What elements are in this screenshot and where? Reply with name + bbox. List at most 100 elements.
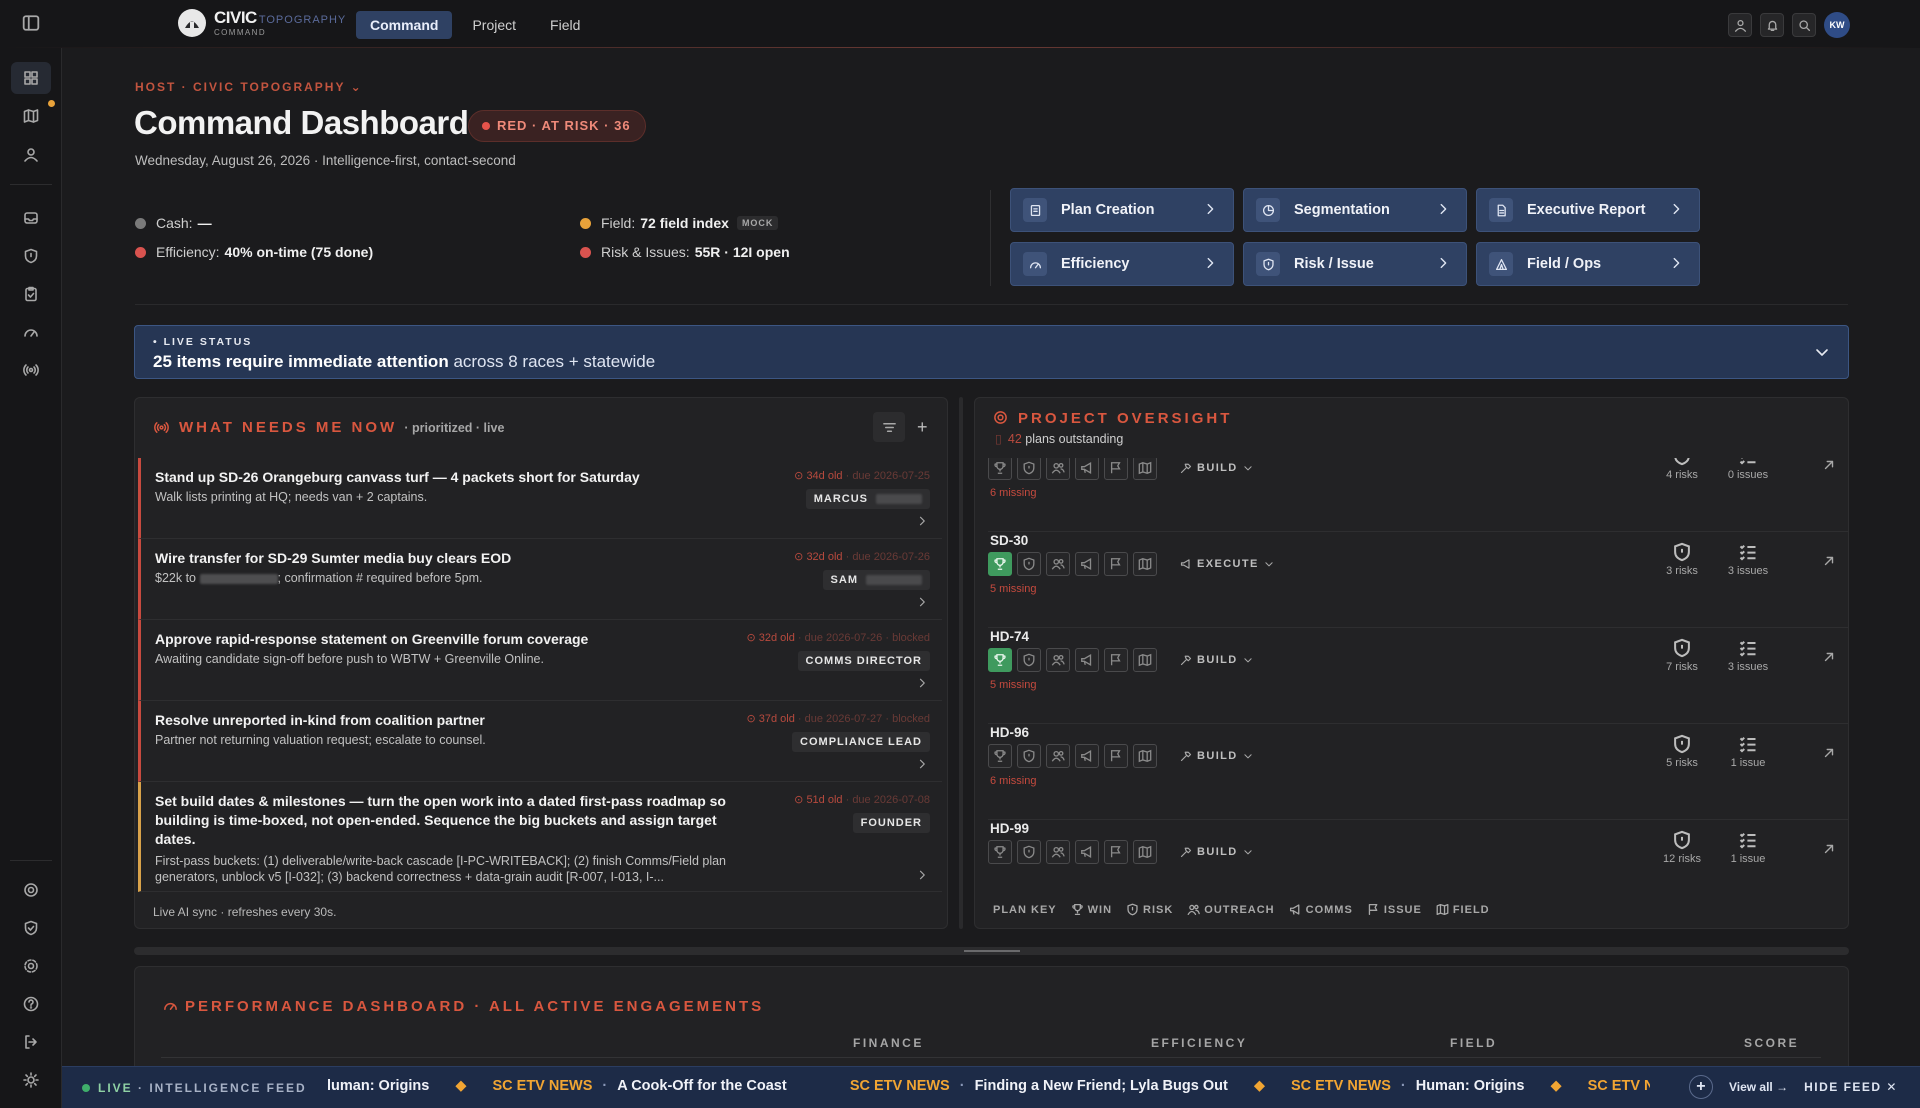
- plan-stage-dropdown[interactable]: BUILD: [1180, 846, 1253, 858]
- megaphone-icon[interactable]: [1075, 458, 1099, 480]
- filter-button[interactable]: [873, 412, 905, 442]
- nav-tab-command[interactable]: Command: [356, 11, 453, 39]
- chevron-right-icon[interactable]: [916, 868, 928, 886]
- sidebar-security-icon[interactable]: [19, 916, 43, 940]
- flag-icon[interactable]: [1104, 840, 1128, 864]
- need-item[interactable]: Set build dates & milestones — turn the …: [138, 782, 942, 892]
- oversight-row[interactable]: SD-30 EXECUTE 5 missing 3 risks 3 issues: [988, 532, 1848, 628]
- column-efficiency[interactable]: EFFICIENCY: [1151, 1036, 1247, 1050]
- sidebar-help-ring-icon[interactable]: [19, 878, 43, 902]
- account-icon[interactable]: [1728, 13, 1752, 37]
- feed-headline[interactable]: Human: Origins: [1416, 1078, 1525, 1094]
- sidebar-dashboard-icon[interactable]: [11, 62, 51, 94]
- trophy-icon[interactable]: [988, 458, 1012, 480]
- horizontal-scrollbar[interactable]: [134, 947, 1849, 955]
- map-icon[interactable]: [1133, 744, 1157, 768]
- people-icon[interactable]: [1046, 840, 1070, 864]
- bell-icon[interactable]: [1760, 13, 1784, 37]
- people-icon[interactable]: [1046, 744, 1070, 768]
- shield-icon[interactable]: [1017, 552, 1041, 576]
- sidebar-shield-icon[interactable]: [19, 244, 43, 268]
- nav-tab-field[interactable]: Field: [536, 11, 594, 39]
- sidebar-map-icon[interactable]: [19, 104, 43, 128]
- need-item[interactable]: Resolve unreported in-kind from coalitio…: [138, 701, 942, 782]
- sidebar-clipboard-icon[interactable]: [19, 282, 43, 306]
- live-status-banner[interactable]: • LIVE STATUS 25 items require immediate…: [134, 325, 1849, 379]
- chevron-right-icon[interactable]: [916, 595, 928, 613]
- need-item[interactable]: Wire transfer for SD-29 Sumter media buy…: [138, 539, 942, 620]
- trophy-icon[interactable]: [988, 648, 1012, 672]
- column-finance[interactable]: FINANCE: [853, 1036, 924, 1050]
- plan-risks[interactable]: 4 risks: [1652, 458, 1712, 481]
- megaphone-icon[interactable]: [1075, 840, 1099, 864]
- chevron-right-icon[interactable]: [916, 757, 928, 775]
- need-item[interactable]: Stand up SD-26 Orangeburg canvass turf —…: [138, 458, 942, 539]
- sidebar-logout-icon[interactable]: [19, 1030, 43, 1054]
- segmentation-button[interactable]: Segmentation: [1243, 188, 1467, 232]
- trophy-icon[interactable]: [988, 840, 1012, 864]
- plan-issues[interactable]: 3 issues: [1718, 638, 1778, 673]
- sidebar-theme-icon[interactable]: [19, 1068, 43, 1092]
- executive-report-button[interactable]: Executive Report: [1476, 188, 1700, 232]
- sidebar-gauge-icon[interactable]: [19, 320, 43, 344]
- plan-stage-dropdown[interactable]: BUILD: [1180, 654, 1253, 666]
- plan-stage-dropdown[interactable]: BUILD: [1180, 462, 1253, 474]
- open-external-icon[interactable]: [1822, 458, 1836, 477]
- people-icon[interactable]: [1046, 458, 1070, 480]
- nav-tab-project[interactable]: Project: [458, 11, 530, 39]
- panel-splitter[interactable]: [959, 397, 963, 929]
- oversight-row[interactable]: HD-99 BUILD 12 risks 1 issue: [988, 820, 1848, 898]
- shield-icon[interactable]: [1017, 648, 1041, 672]
- sidebar-broadcast-icon[interactable]: [19, 358, 43, 382]
- field-ops-button[interactable]: Field / Ops: [1476, 242, 1700, 286]
- plan-risks[interactable]: 3 risks: [1652, 542, 1712, 577]
- hide-feed-button[interactable]: HIDE FEED ✕: [1804, 1080, 1898, 1094]
- shield-icon[interactable]: [1017, 458, 1041, 480]
- plan-stage-dropdown[interactable]: EXECUTE: [1180, 558, 1274, 570]
- chevron-right-icon[interactable]: [916, 676, 928, 694]
- open-external-icon[interactable]: [1822, 650, 1836, 669]
- open-external-icon[interactable]: [1822, 842, 1836, 861]
- sidebar-inbox-icon[interactable]: [19, 206, 43, 230]
- sidebar-settings-icon[interactable]: [19, 954, 43, 978]
- shield-icon[interactable]: [1017, 744, 1041, 768]
- risk-issue-button[interactable]: Risk / Issue: [1243, 242, 1467, 286]
- people-icon[interactable]: [1046, 648, 1070, 672]
- plan-risks[interactable]: 7 risks: [1652, 638, 1712, 673]
- chevron-right-icon[interactable]: [916, 514, 928, 532]
- column-field[interactable]: FIELD: [1450, 1036, 1497, 1050]
- sidebar-contacts-icon[interactable]: [19, 142, 43, 166]
- oversight-row[interactable]: HD-74 BUILD 5 missing 7 risks 3 issues: [988, 628, 1848, 724]
- efficiency-button[interactable]: Efficiency: [1010, 242, 1234, 286]
- oversight-row[interactable]: HD-96 BUILD 6 missing 5 risks 1 issue: [988, 724, 1848, 820]
- map-icon[interactable]: [1133, 840, 1157, 864]
- feed-headline[interactable]: luman: Origins: [327, 1078, 429, 1094]
- map-icon[interactable]: [1133, 552, 1157, 576]
- oversight-row[interactable]: SD-29BUILD6 missing4 risks0 issues: [988, 458, 1848, 532]
- megaphone-icon[interactable]: [1075, 552, 1099, 576]
- plan-issues[interactable]: 0 issues: [1718, 458, 1778, 481]
- column-score[interactable]: SCORE: [1744, 1036, 1799, 1050]
- sidebar-question-icon[interactable]: [19, 992, 43, 1016]
- plan-issues[interactable]: 1 issue: [1718, 734, 1778, 769]
- plan-issues[interactable]: 1 issue: [1718, 830, 1778, 865]
- shield-icon[interactable]: [1017, 840, 1041, 864]
- breadcrumb[interactable]: HOST · CIVIC TOPOGRAPHY ⌄: [135, 80, 363, 94]
- flag-icon[interactable]: [1104, 648, 1128, 672]
- open-external-icon[interactable]: [1822, 746, 1836, 765]
- add-icon[interactable]: +: [917, 417, 928, 438]
- feed-headline[interactable]: A Cook-Off for the Coast: [617, 1078, 786, 1094]
- open-external-icon[interactable]: [1822, 554, 1836, 573]
- flag-icon[interactable]: [1104, 552, 1128, 576]
- plan-issues[interactable]: 3 issues: [1718, 542, 1778, 577]
- feed-headline[interactable]: Finding a New Friend; Lyla Bugs Out: [975, 1078, 1228, 1094]
- megaphone-icon[interactable]: [1075, 744, 1099, 768]
- trophy-icon[interactable]: [988, 744, 1012, 768]
- app-logo[interactable]: CIVIC TOPOGRAPHY COMMAND: [178, 9, 346, 37]
- people-icon[interactable]: [1046, 552, 1070, 576]
- plan-creation-button[interactable]: Plan Creation: [1010, 188, 1234, 232]
- scrollbar-thumb[interactable]: [964, 950, 1020, 952]
- chevron-down-icon[interactable]: [1814, 344, 1830, 365]
- search-icon[interactable]: [1792, 13, 1816, 37]
- map-icon[interactable]: [1133, 458, 1157, 480]
